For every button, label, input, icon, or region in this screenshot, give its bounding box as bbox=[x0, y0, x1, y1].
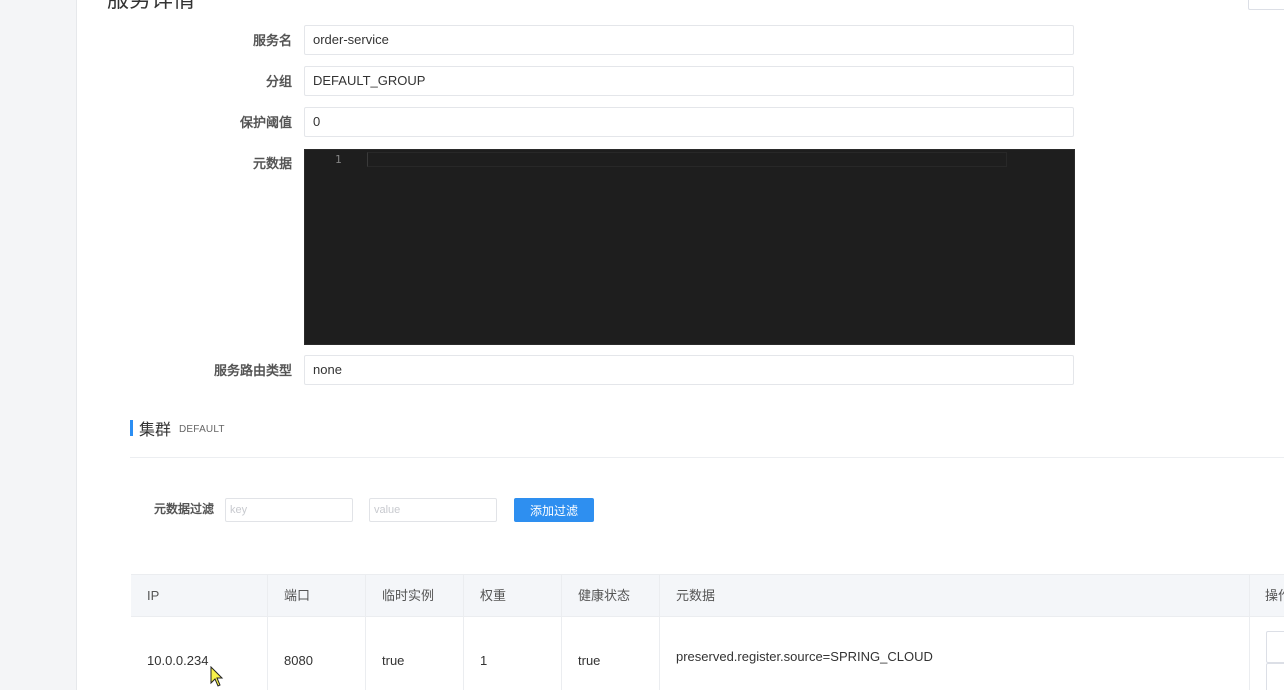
group-field[interactable]: DEFAULT_GROUP bbox=[304, 66, 1074, 96]
table-header: IP 端口 临时实例 权重 健康状态 元数据 操作 bbox=[131, 574, 1284, 617]
cell-weight: 1 bbox=[464, 617, 562, 690]
mouse-cursor-icon bbox=[210, 666, 224, 687]
cell-metadata: preserved.register.source=SPRING_CLOUD bbox=[660, 617, 1250, 690]
offline-button[interactable] bbox=[1266, 663, 1284, 690]
metadata-filter-label: 元数据过滤 bbox=[154, 502, 215, 516]
table-row: 10.0.0.234 8080 true 1 true preserved.re… bbox=[131, 617, 1284, 690]
selector-type-label: 服务路由类型 bbox=[213, 363, 292, 378]
selector-type-field[interactable]: none bbox=[304, 355, 1074, 385]
protect-threshold-label: 保护阈值 bbox=[239, 115, 292, 130]
page-title: 服务详情 bbox=[107, 0, 195, 14]
add-filter-button[interactable]: 添加过滤 bbox=[514, 498, 594, 522]
column-header-operation: 操作 bbox=[1265, 588, 1284, 603]
filter-key-input[interactable] bbox=[225, 498, 353, 522]
service-name-field[interactable]: order-service bbox=[304, 25, 1074, 55]
left-sidebar-strip bbox=[0, 0, 77, 690]
cell-healthy: true bbox=[562, 617, 660, 690]
main-content: 服务详情 服务名 order-service 分组 DEFAULT_GROUP … bbox=[77, 0, 1284, 690]
cell-ip: 10.0.0.234 bbox=[131, 617, 268, 690]
column-header-healthy: 健康状态 bbox=[562, 575, 660, 616]
protect-threshold-field[interactable]: 0 bbox=[304, 107, 1074, 137]
cluster-header: 集群 DEFAULT bbox=[130, 418, 225, 439]
cluster-accent-bar bbox=[130, 420, 133, 436]
back-button[interactable] bbox=[1248, 0, 1284, 10]
column-header-port: 端口 bbox=[268, 575, 366, 616]
filter-value-input[interactable] bbox=[369, 498, 497, 522]
cell-operation bbox=[1250, 617, 1284, 690]
cluster-title: 集群 bbox=[139, 422, 172, 439]
cluster-divider bbox=[130, 457, 1284, 458]
metadata-label: 元数据 bbox=[252, 156, 292, 171]
edit-button[interactable] bbox=[1266, 631, 1284, 663]
editor-current-line[interactable] bbox=[367, 152, 1007, 167]
column-header-ip: IP bbox=[131, 575, 268, 616]
column-header-ephemeral: 临时实例 bbox=[366, 575, 464, 616]
cell-ephemeral: true bbox=[366, 617, 464, 690]
editor-gutter: 1 bbox=[305, 150, 365, 344]
metadata-code-editor[interactable]: 1 bbox=[304, 149, 1075, 345]
column-header-metadata: 元数据 bbox=[660, 575, 1250, 616]
editor-line-number: 1 bbox=[335, 153, 342, 166]
column-header-weight: 权重 bbox=[464, 575, 562, 616]
service-name-label: 服务名 bbox=[252, 33, 292, 48]
cell-port: 8080 bbox=[268, 617, 366, 690]
page: 服务详情 服务名 order-service 分组 DEFAULT_GROUP … bbox=[0, 0, 1284, 690]
group-label: 分组 bbox=[265, 74, 292, 89]
cluster-name: DEFAULT bbox=[179, 424, 225, 435]
